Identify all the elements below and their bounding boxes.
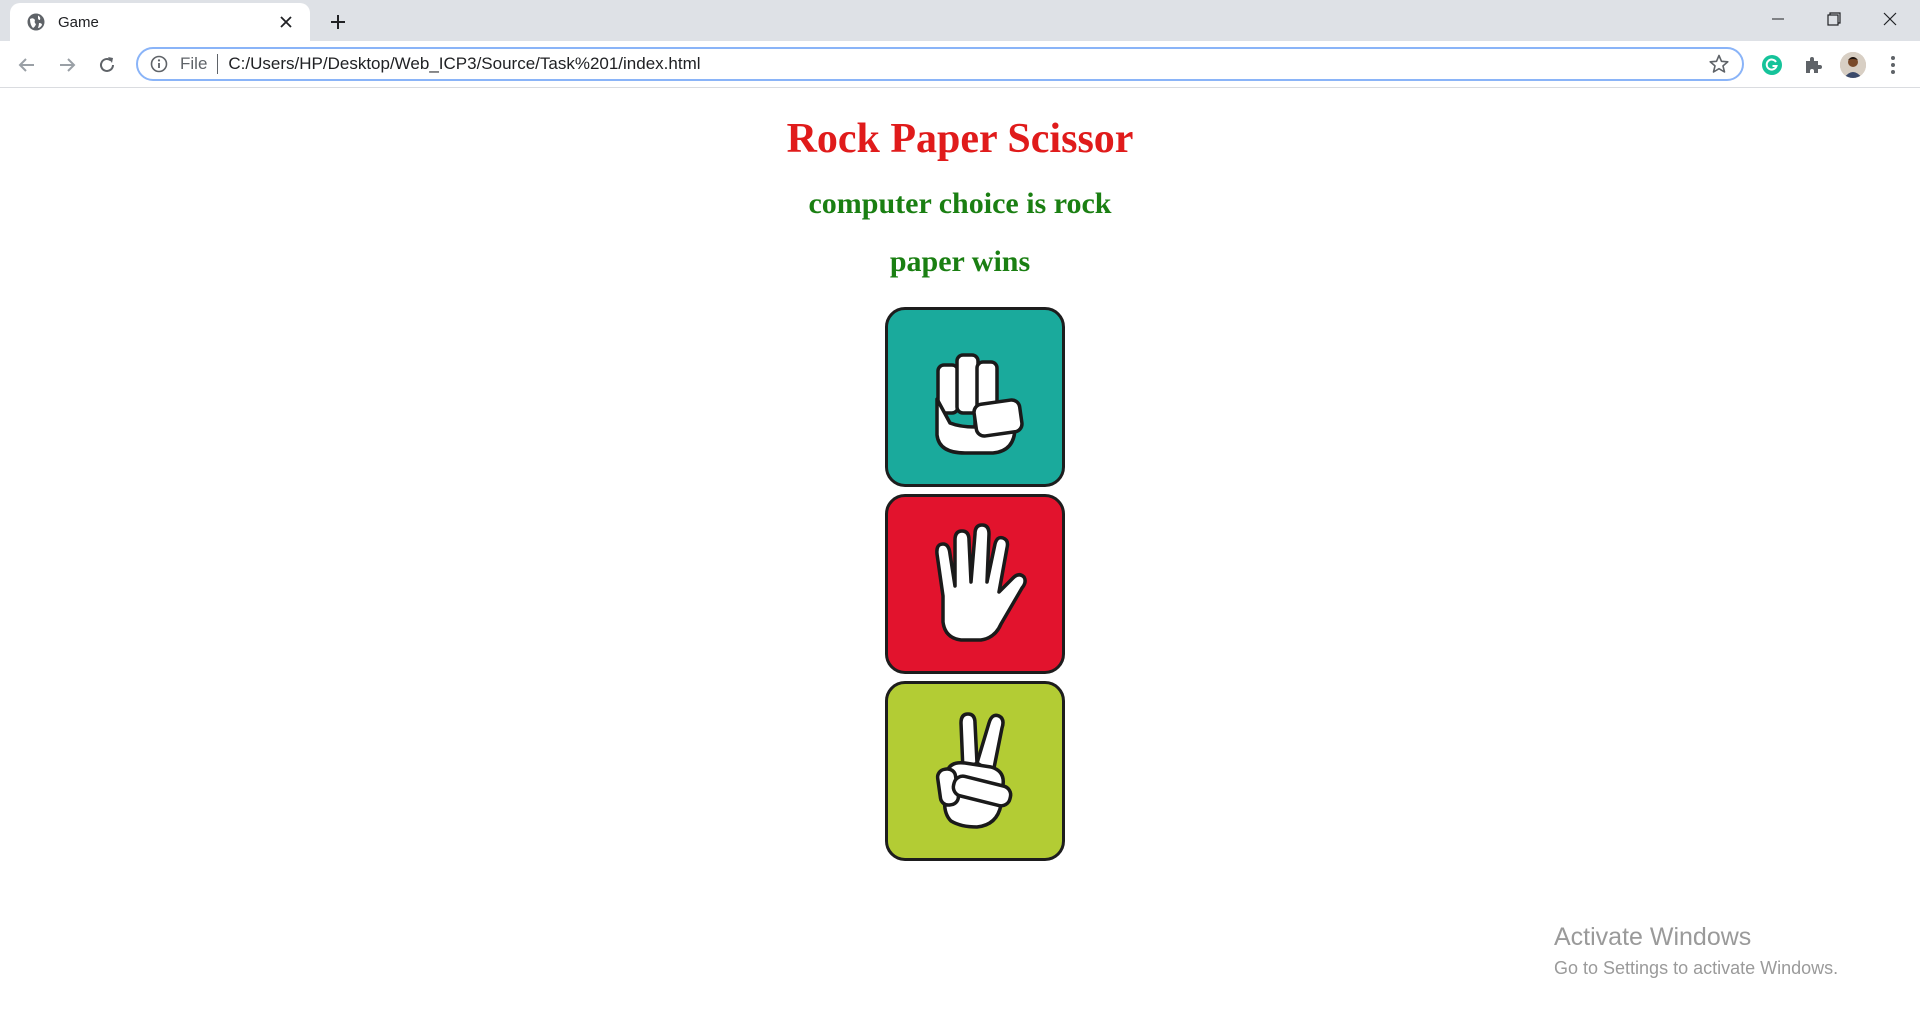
watermark-subtitle: Go to Settings to activate Windows. <box>1554 958 1839 978</box>
extensions-puzzle-icon[interactable] <box>1800 52 1826 78</box>
new-tab-icon[interactable] <box>326 10 350 34</box>
browser-titlebar: Game <box>0 0 1920 41</box>
browser-menu-icon[interactable] <box>1880 52 1906 78</box>
close-window-icon[interactable] <box>1862 0 1918 38</box>
minimize-icon[interactable] <box>1750 0 1806 38</box>
bookmark-star-icon[interactable] <box>1708 53 1730 75</box>
fist-icon <box>935 353 1024 455</box>
browser-toolbar: File C:/Users/HP/Desktop/Web_ICP3/Source… <box>0 41 1920 88</box>
tab-title: Game <box>58 13 99 31</box>
rock-button[interactable] <box>885 307 1065 487</box>
url-divider <box>217 54 219 74</box>
url-text[interactable]: C:/Users/HP/Desktop/Web_ICP3/Source/Task… <box>228 54 1708 74</box>
restore-icon[interactable] <box>1806 0 1862 38</box>
peace-hand-icon <box>935 712 1013 829</box>
browser-tab[interactable]: Game <box>10 3 310 41</box>
computer-choice-text: computer choice is rock <box>808 187 1112 220</box>
globe-icon <box>26 12 46 32</box>
activate-windows-watermark: Activate Windows Go to Settings to activ… <box>1554 923 1838 979</box>
close-tab-icon[interactable] <box>276 12 296 32</box>
page-content: Rock Paper Scissor computer choice is ro… <box>0 88 1920 1030</box>
watermark-title: Activate Windows <box>1554 923 1752 951</box>
paper-button[interactable] <box>885 494 1065 674</box>
info-icon[interactable] <box>150 55 168 73</box>
result-text: paper wins <box>889 245 1031 278</box>
game-title: Rock Paper Scissor <box>786 116 1134 162</box>
grammarly-extension-icon[interactable] <box>1759 52 1785 78</box>
open-hand-icon <box>935 523 1027 642</box>
reload-icon[interactable] <box>93 51 121 79</box>
back-arrow-icon[interactable] <box>13 51 41 79</box>
url-scheme: File <box>180 54 208 73</box>
profile-avatar[interactable] <box>1840 52 1866 78</box>
scissors-button[interactable] <box>885 681 1065 861</box>
address-bar[interactable]: File C:/Users/HP/Desktop/Web_ICP3/Source… <box>136 47 1744 81</box>
forward-arrow-icon[interactable] <box>53 51 81 79</box>
